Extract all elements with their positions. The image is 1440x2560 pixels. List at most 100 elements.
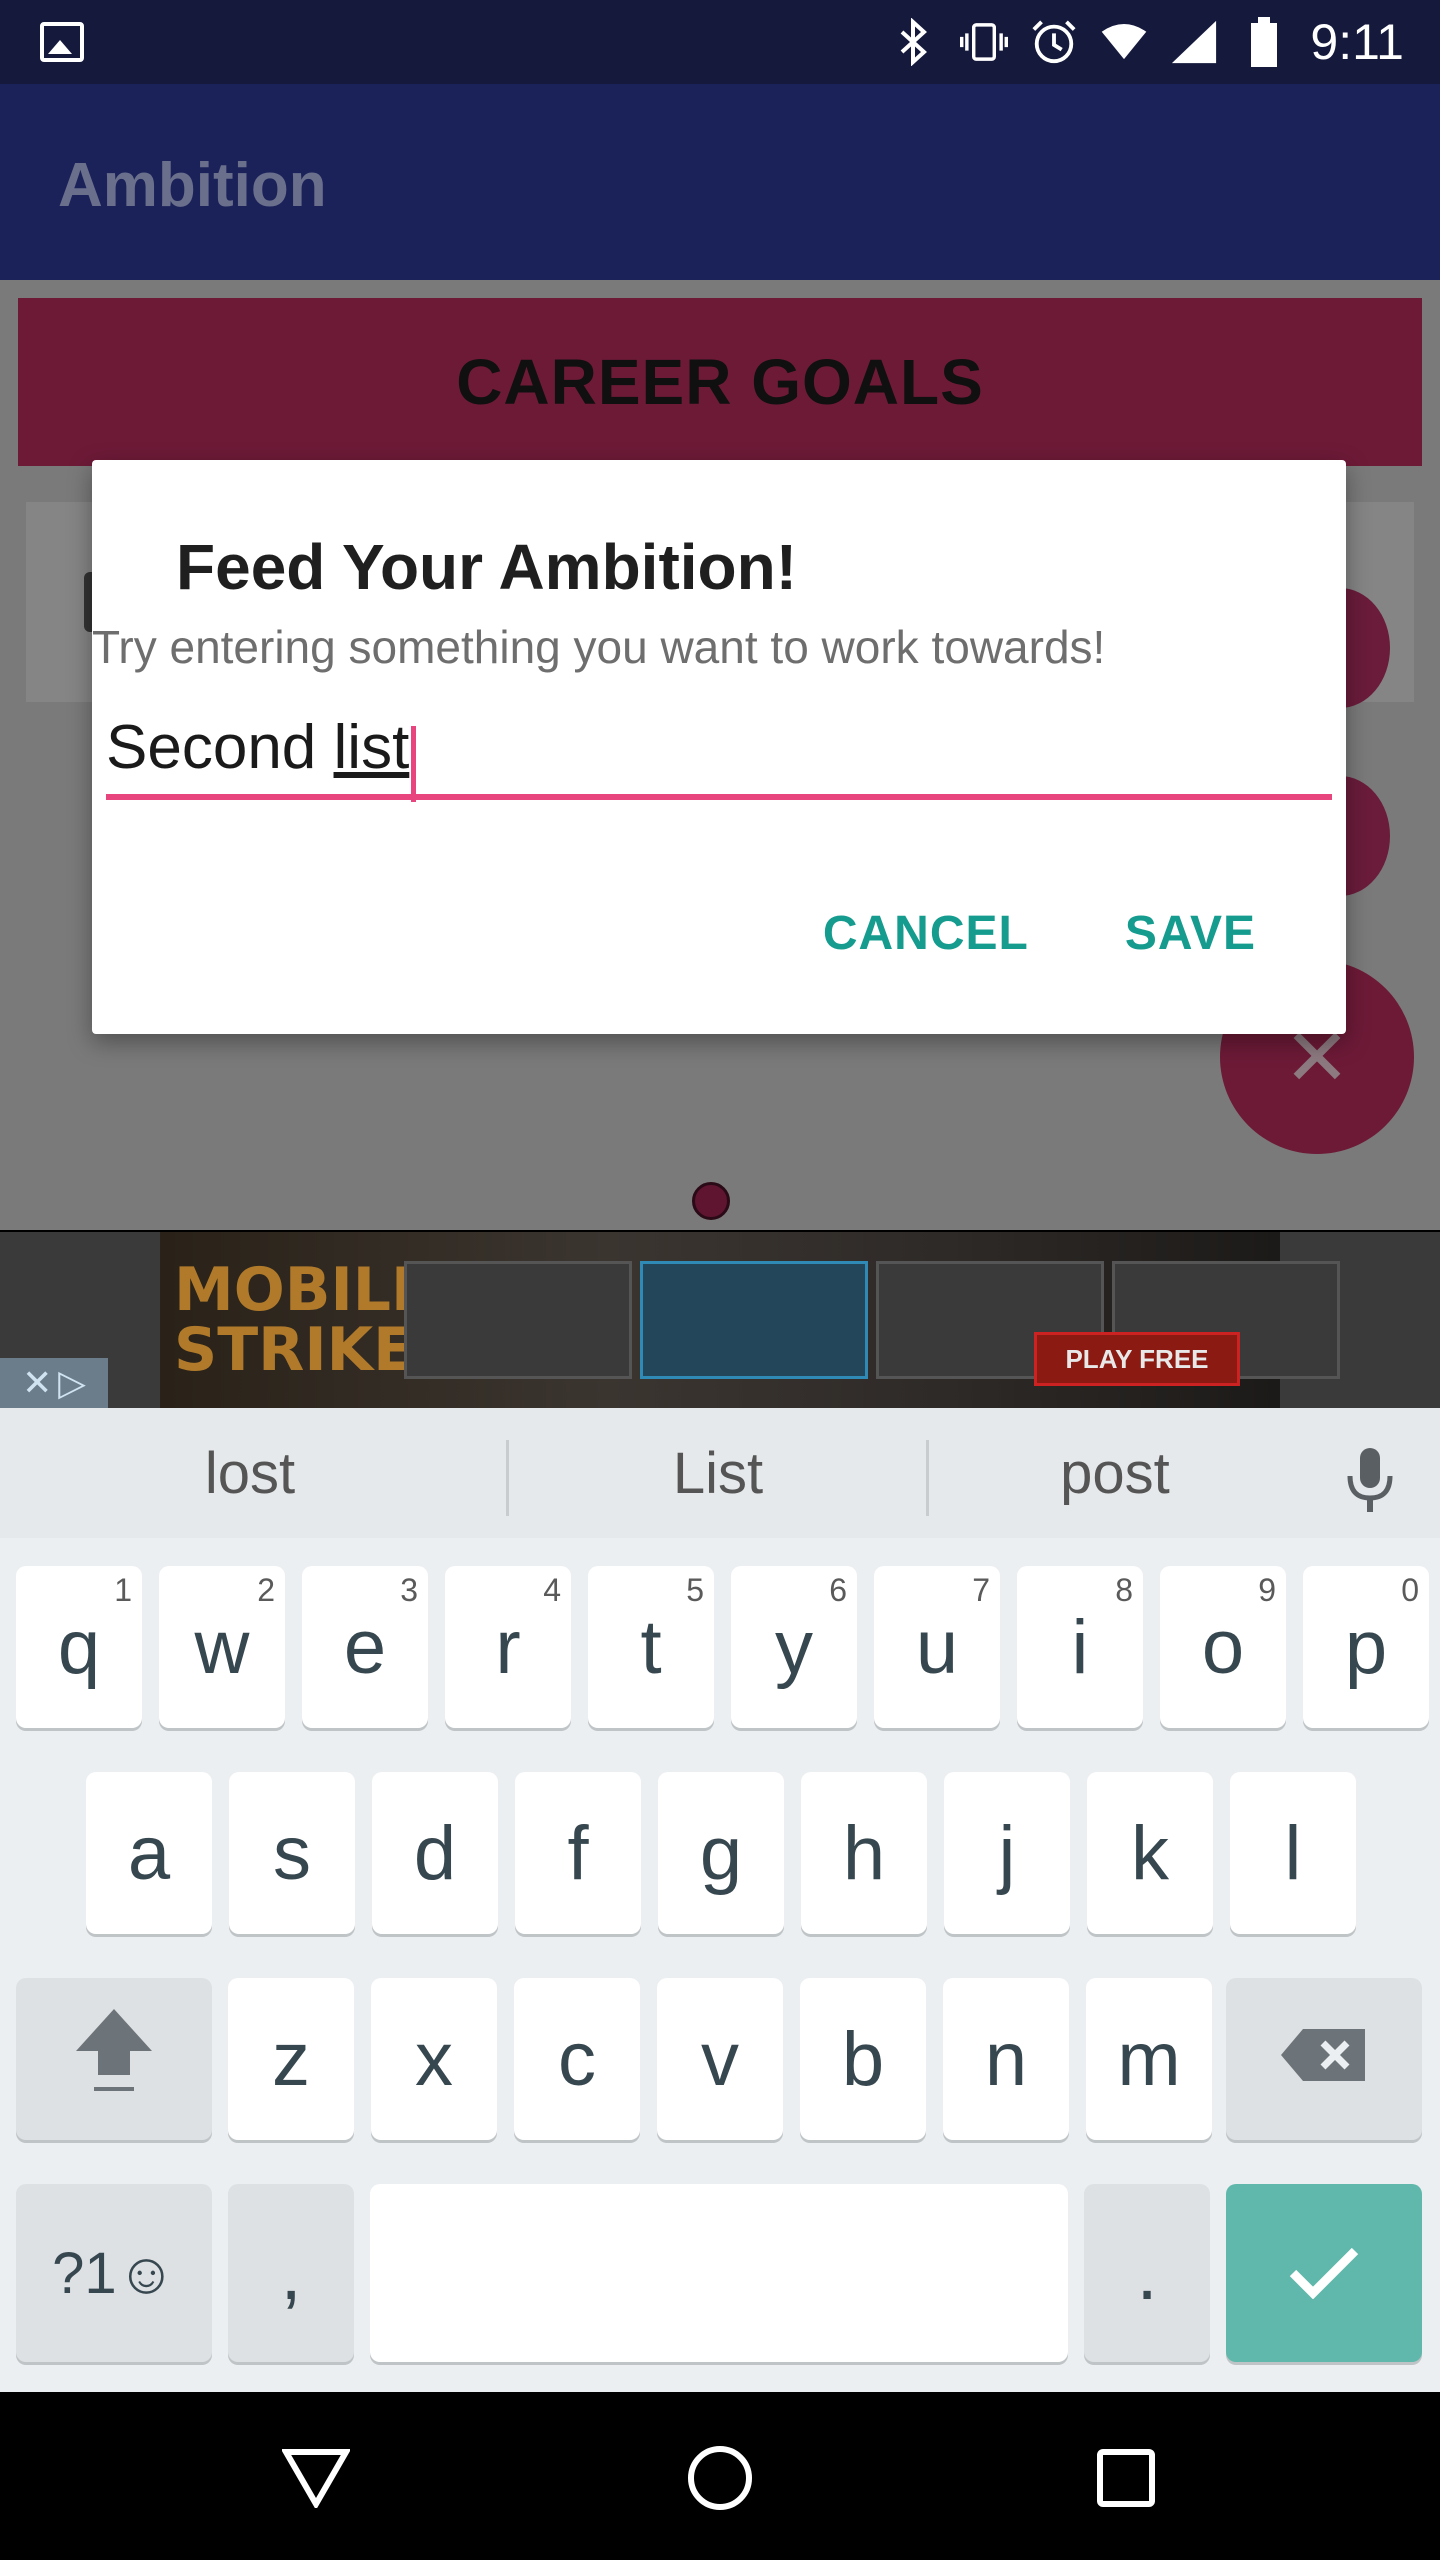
- key-l[interactable]: l: [1230, 1772, 1356, 1934]
- ad-logo: MOBILE STRIKE: [174, 1255, 432, 1385]
- key-c[interactable]: c: [514, 1978, 640, 2140]
- divider: [506, 1440, 509, 1516]
- wifi-icon: [1100, 18, 1148, 66]
- ad-slot: [404, 1261, 632, 1379]
- backspace-icon: [1279, 2016, 1369, 2103]
- key-h[interactable]: h: [801, 1772, 927, 1934]
- key-hint: 3: [400, 1572, 418, 1608]
- key-s[interactable]: s: [229, 1772, 355, 1934]
- clock: 9:11: [1310, 14, 1404, 70]
- ad-close-button[interactable]: ✕ ▷: [0, 1358, 108, 1408]
- key-hint: 2: [257, 1572, 275, 1608]
- category-title: CAREER GOALS: [456, 346, 984, 418]
- page-indicator: [692, 1182, 730, 1220]
- soft-keyboard: lost List post ?1☺ , . q1w2e3r4t5y6u7i8o…: [0, 1408, 1440, 2392]
- key-label: o: [1201, 1604, 1245, 1690]
- suggestion[interactable]: List: [510, 1408, 926, 1538]
- dialog-actions: CANCEL SAVE: [823, 906, 1256, 961]
- key-label: p: [1344, 1604, 1388, 1690]
- key-m[interactable]: m: [1086, 1978, 1212, 2140]
- key-hint: 6: [829, 1572, 847, 1608]
- symbols-key[interactable]: ?1☺: [16, 2184, 212, 2362]
- key-w[interactable]: w2: [159, 1566, 285, 1728]
- shift-icon: [72, 2005, 156, 2113]
- key-hint: 0: [1401, 1572, 1419, 1608]
- input-text: Second: [106, 713, 334, 782]
- suggestion-bar: lost List post: [0, 1408, 1440, 1538]
- status-bar: 9:11: [0, 0, 1440, 84]
- key-i[interactable]: i8: [1017, 1566, 1143, 1728]
- divider: [926, 1440, 929, 1516]
- vibrate-icon: [960, 18, 1009, 66]
- goal-input-text: Second list: [106, 713, 409, 782]
- key-label: q: [57, 1604, 101, 1690]
- checkmark-icon: [1289, 2230, 1359, 2317]
- key-o[interactable]: o9: [1160, 1566, 1286, 1728]
- close-icon: ✕: [22, 1362, 53, 1403]
- key-j[interactable]: j: [944, 1772, 1070, 1934]
- key-n[interactable]: n: [943, 1978, 1069, 2140]
- backspace-key[interactable]: [1226, 1978, 1422, 2140]
- space-key[interactable]: [370, 2184, 1068, 2362]
- key-x[interactable]: x: [371, 1978, 497, 2140]
- key-hint: 9: [1258, 1572, 1276, 1608]
- dialog-title: Feed Your Ambition!: [176, 531, 798, 603]
- key-label: u: [915, 1604, 959, 1690]
- key-z[interactable]: z: [228, 1978, 354, 2140]
- shift-key[interactable]: [16, 1978, 212, 2140]
- key-hint: 8: [1115, 1572, 1133, 1608]
- suggestion[interactable]: lost: [0, 1408, 500, 1538]
- key-label: w: [194, 1604, 250, 1690]
- key-k[interactable]: k: [1087, 1772, 1213, 1934]
- done-key[interactable]: [1226, 2184, 1422, 2362]
- key-g[interactable]: g: [658, 1772, 784, 1934]
- add-goal-dialog: Feed Your Ambition! Try entering somethi…: [92, 460, 1346, 1034]
- key-label: t: [640, 1604, 662, 1690]
- key-v[interactable]: v: [657, 1978, 783, 2140]
- key-label: e: [343, 1604, 387, 1690]
- battery-icon: [1240, 17, 1288, 67]
- key-t[interactable]: t5: [588, 1566, 714, 1728]
- key-hint: 5: [686, 1572, 704, 1608]
- input-composing-word: list: [333, 713, 410, 782]
- key-p[interactable]: p0: [1303, 1566, 1429, 1728]
- cancel-button[interactable]: CANCEL: [823, 906, 1029, 961]
- ad-slot: [640, 1261, 868, 1379]
- key-b[interactable]: b: [800, 1978, 926, 2140]
- key-y[interactable]: y6: [731, 1566, 857, 1728]
- period-key[interactable]: .: [1084, 2184, 1210, 2362]
- key-hint: 7: [972, 1572, 990, 1608]
- goal-input[interactable]: Second list: [106, 708, 1332, 802]
- alarm-icon: [1030, 18, 1078, 66]
- dialog-subtitle: Try entering something you want to work …: [92, 621, 1106, 673]
- microphone-icon[interactable]: [1340, 1446, 1400, 1516]
- navigation-bar: [0, 2392, 1440, 2560]
- key-u[interactable]: u7: [874, 1566, 1000, 1728]
- status-icons: 9:11: [890, 10, 1404, 74]
- suggestion[interactable]: post: [930, 1408, 1300, 1538]
- key-r[interactable]: r4: [445, 1566, 571, 1728]
- key-hint: 4: [543, 1572, 561, 1608]
- recents-icon[interactable]: [1096, 2448, 1156, 2508]
- ad-play-button[interactable]: PLAY FREE: [1034, 1332, 1240, 1386]
- key-label: i: [1071, 1604, 1089, 1690]
- app-title: Ambition: [58, 151, 327, 220]
- bluetooth-icon: [890, 18, 938, 66]
- image-icon: [40, 22, 84, 62]
- key-d[interactable]: d: [372, 1772, 498, 1934]
- key-a[interactable]: a: [86, 1772, 212, 1934]
- key-f[interactable]: f: [515, 1772, 641, 1934]
- back-icon[interactable]: [282, 2446, 350, 2508]
- signal-icon: [1170, 18, 1218, 66]
- ad-banner[interactable]: MOBILE STRIKE PLAY FREE: [160, 1232, 1340, 1408]
- comma-key[interactable]: ,: [228, 2184, 354, 2362]
- text-cursor: [411, 725, 417, 802]
- key-q[interactable]: q1: [16, 1566, 142, 1728]
- home-icon[interactable]: [686, 2444, 754, 2512]
- key-hint: 1: [114, 1572, 132, 1608]
- category-banner[interactable]: CAREER GOALS: [18, 298, 1422, 466]
- key-e[interactable]: e3: [302, 1566, 428, 1728]
- adchoices-icon: ▷: [58, 1362, 86, 1403]
- save-button[interactable]: SAVE: [1125, 906, 1256, 961]
- key-label: y: [775, 1604, 813, 1690]
